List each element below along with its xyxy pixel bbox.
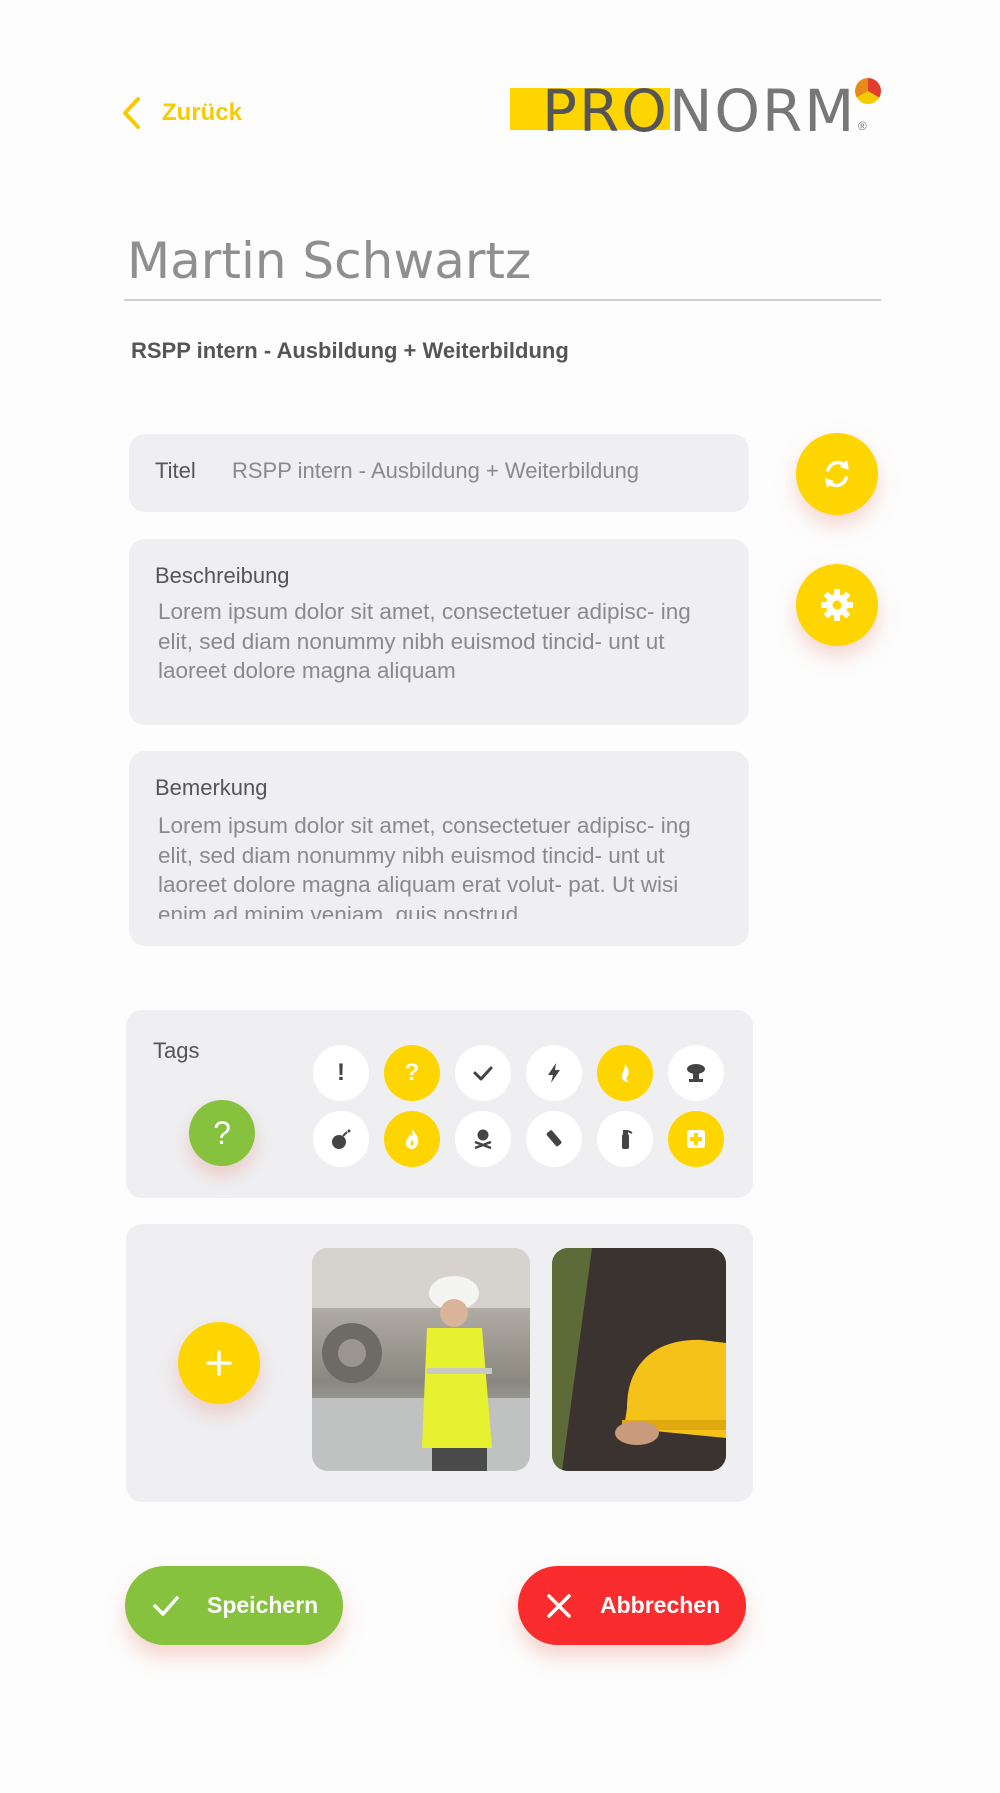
person-name: Martin Schwartz <box>127 232 532 290</box>
skull-crossbones-icon[interactable] <box>455 1111 511 1167</box>
save-label: Speichern <box>207 1592 319 1618</box>
gear-icon <box>821 589 853 621</box>
sync-icon <box>825 460 849 488</box>
selected-tag-button[interactable]: ? <box>189 1100 255 1166</box>
lightning-icon[interactable] <box>526 1045 582 1101</box>
titel-input[interactable]: RSPP intern - Ausbildung + Weiterbildung <box>232 458 639 484</box>
photos-card <box>126 1224 753 1502</box>
back-button[interactable]: Zurück <box>120 96 242 130</box>
explosion-icon[interactable] <box>668 1045 724 1101</box>
save-button[interactable]: Speichern <box>125 1566 343 1645</box>
settings-button[interactable] <box>796 564 878 646</box>
bemerkung-field[interactable]: Bemerkung Lorem ipsum dolor sit amet, co… <box>129 751 749 946</box>
tag-grid: ! ? <box>313 1045 725 1167</box>
name-divider <box>124 299 881 301</box>
tags-card: Tags ? ! ? <box>126 1010 753 1198</box>
pronorm-logo: PRONORM ® <box>510 78 888 144</box>
bomb-icon[interactable] <box>313 1111 369 1167</box>
exclamation-icon[interactable]: ! <box>313 1045 369 1101</box>
beschreibung-field[interactable]: Beschreibung Lorem ipsum dolor sit amet,… <box>129 539 749 725</box>
beschreibung-label: Beschreibung <box>155 563 290 588</box>
logo-pie-icon <box>855 78 881 104</box>
photo-worker-factory[interactable] <box>312 1248 530 1471</box>
chevron-left-icon <box>123 97 140 129</box>
flame-leaf-icon[interactable] <box>597 1045 653 1101</box>
bemerkung-label: Bemerkung <box>155 775 268 800</box>
bemerkung-textarea[interactable]: Lorem ipsum dolor sit amet, consectetuer… <box>158 811 728 919</box>
first-aid-icon[interactable] <box>668 1111 724 1167</box>
logo-registered: ® <box>858 119 867 133</box>
back-label: Zurück <box>162 99 243 126</box>
beschreibung-textarea[interactable]: Lorem ipsum dolor sit amet, consectetuer… <box>158 597 728 691</box>
question-icon[interactable]: ? <box>384 1045 440 1101</box>
photo-hard-hat[interactable] <box>552 1248 726 1471</box>
cancel-button[interactable]: Abbrechen <box>518 1566 746 1645</box>
close-icon <box>547 1593 571 1618</box>
check-icon <box>153 1595 179 1616</box>
check-icon[interactable] <box>455 1045 511 1101</box>
flashlight-icon[interactable] <box>526 1111 582 1167</box>
person-subtitle: RSPP intern - Ausbildung + Weiterbildung <box>131 338 569 363</box>
titel-field[interactable]: Titel RSPP intern - Ausbildung + Weiterb… <box>129 434 749 512</box>
fire-extinguisher-icon[interactable] <box>597 1111 653 1167</box>
cancel-label: Abbrechen <box>600 1592 721 1618</box>
sync-button[interactable] <box>796 433 878 515</box>
tags-label: Tags <box>153 1038 200 1063</box>
plus-icon <box>206 1350 232 1376</box>
titel-label: Titel <box>155 458 196 483</box>
add-photo-button[interactable] <box>178 1322 260 1404</box>
logo-text: PRONORM <box>542 77 857 145</box>
fire-icon[interactable] <box>384 1111 440 1167</box>
